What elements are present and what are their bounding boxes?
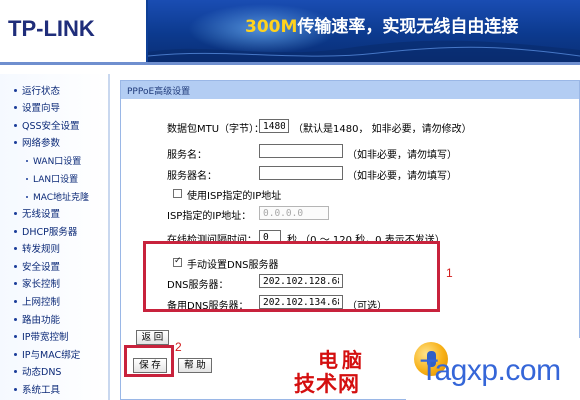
isp-ip-input[interactable] — [259, 206, 329, 220]
sidebar-item-label: 转发规则 — [22, 244, 61, 255]
sidebar-item-label: 无线设置 — [22, 209, 61, 220]
bullet-icon — [14, 282, 17, 285]
sidebar-item-forwarding[interactable]: 转发规则 — [14, 244, 60, 256]
sidebar-item-system-tools[interactable]: 系统工具 — [14, 385, 60, 397]
banner-slogan: 300M传输速率，实现无线自由连接 — [245, 12, 518, 37]
bullet-icon — [26, 177, 28, 180]
bullet-icon — [14, 265, 17, 268]
sidebar-item-status[interactable]: 运行状态 — [14, 86, 60, 98]
bullet-icon — [14, 300, 17, 303]
sidebar-item-ip-mac-binding[interactable]: IP与MAC绑定 — [14, 350, 80, 362]
sidebar-item-label: 家长控制 — [22, 279, 61, 290]
bullet-icon — [14, 212, 17, 215]
sidebar-item-bandwidth[interactable]: IP带宽控制 — [14, 332, 69, 344]
bullet-icon — [14, 353, 17, 356]
sidebar-item-wireless[interactable]: 无线设置 — [14, 209, 60, 221]
sidebar-item-label: 系统工具 — [22, 385, 61, 396]
mtu-input[interactable] — [259, 119, 289, 133]
panel-header: PPPoE高级设置 — [121, 81, 579, 99]
sidebar-item-label: 安全设置 — [22, 262, 61, 273]
annotation-marker-1: 1 — [446, 266, 453, 280]
sidebar-item-label: IP带宽控制 — [22, 332, 69, 343]
bullet-icon — [14, 141, 17, 144]
save-highlight-box — [124, 345, 174, 377]
sidebar-item-label: LAN口设置 — [33, 175, 79, 185]
watermark-domain: Tagxp.com — [406, 338, 580, 400]
sidebar-item-label: 设置向导 — [22, 103, 61, 114]
dns-highlight-box — [143, 241, 440, 312]
service-name-input[interactable] — [259, 144, 343, 158]
sidebar-item-access-control[interactable]: 上网控制 — [14, 297, 60, 309]
header-banner: TP-LINK 300M传输速率，实现无线自由连接 — [0, 0, 580, 62]
watermark-line2: 技术网 — [294, 372, 360, 396]
mtu-label: 数据包MTU（字节）： — [167, 124, 265, 135]
logo-area: TP-LINK — [0, 0, 146, 62]
bullet-icon — [14, 388, 17, 391]
sidebar-item-label: DHCP服务器 — [22, 227, 78, 238]
sidebar-item-label: 运行状态 — [22, 86, 61, 97]
sidebar-item-label: QSS安全设置 — [22, 121, 80, 132]
sidebar-item-wan[interactable]: WAN口设置 — [26, 156, 81, 168]
sidebar-item-routing[interactable]: 路由功能 — [14, 315, 60, 327]
panel-title: PPPoE高级设置 — [127, 87, 191, 97]
bullet-icon — [14, 370, 17, 373]
service-name-hint: （如非必要，请勿填写） — [347, 150, 457, 161]
slogan-text: 传输速率，实现无线自由连接 — [297, 17, 519, 37]
sidebar-item-label: 上网控制 — [22, 297, 61, 308]
bullet-icon — [14, 318, 17, 321]
sidebar-item-label: WAN口设置 — [33, 157, 82, 167]
sidebar-item-label: 路由功能 — [22, 315, 61, 326]
bullet-icon — [14, 124, 17, 127]
bullet-icon — [14, 335, 17, 338]
help-button[interactable]: 帮 助 — [178, 358, 212, 373]
watermark-chinese: 电脑 技术网 — [294, 344, 414, 396]
isp-ip-checkbox-label: 使用ISP指定的IP地址 — [187, 191, 282, 202]
sidebar-item-dhcp[interactable]: DHCP服务器 — [14, 227, 77, 239]
sidebar-item-security[interactable]: 安全设置 — [14, 262, 60, 274]
bullet-icon — [14, 106, 17, 109]
server-name-hint: （如非必要，请勿填写） — [347, 171, 457, 182]
bullet-icon — [26, 159, 28, 162]
sidebar-item-parental[interactable]: 家长控制 — [14, 279, 60, 291]
banner-waves — [148, 40, 580, 62]
sidebar-item-mac-clone[interactable]: MAC地址克隆 — [26, 192, 89, 204]
header-gap — [0, 65, 580, 74]
mtu-hint: （默认是1480， 如非必要，请勿修改） — [293, 124, 472, 135]
sidebar-item-network[interactable]: 网络参数 — [14, 138, 60, 150]
sidebar-item-lan[interactable]: LAN口设置 — [26, 174, 78, 186]
server-name-input[interactable] — [259, 166, 343, 180]
sidebar-item-label: IP与MAC绑定 — [22, 350, 81, 361]
server-name-label: 服务器名： — [167, 171, 217, 182]
sidebar-item-label: 网络参数 — [22, 138, 61, 149]
watermark-domain-text: Tagxp.com — [420, 354, 561, 387]
annotation-marker-2: 2 — [175, 340, 182, 354]
bullet-icon — [14, 230, 17, 233]
service-name-label: 服务名： — [167, 150, 207, 161]
sidebar-item-qss[interactable]: QSS安全设置 — [14, 121, 80, 133]
sidebar-nav: 运行状态 设置向导 QSS安全设置 网络参数 WAN口设置 LAN口设置 MAC… — [0, 74, 110, 400]
sidebar-item-label: 动态DNS — [22, 367, 62, 378]
isp-ip-checkbox[interactable] — [173, 189, 182, 198]
bullet-icon — [14, 89, 17, 92]
bullet-icon — [26, 195, 28, 198]
bullet-icon — [14, 247, 17, 250]
sidebar-item-ddns[interactable]: 动态DNS — [14, 367, 61, 379]
sidebar-item-label: MAC地址克隆 — [33, 193, 90, 203]
tp-link-logo: TP-LINK — [8, 16, 95, 41]
back-button[interactable]: 返 回 — [136, 330, 169, 345]
slogan-speed: 300M — [245, 17, 298, 37]
isp-ip-label: ISP指定的IP地址： — [167, 211, 252, 222]
sidebar-item-wizard[interactable]: 设置向导 — [14, 103, 60, 115]
